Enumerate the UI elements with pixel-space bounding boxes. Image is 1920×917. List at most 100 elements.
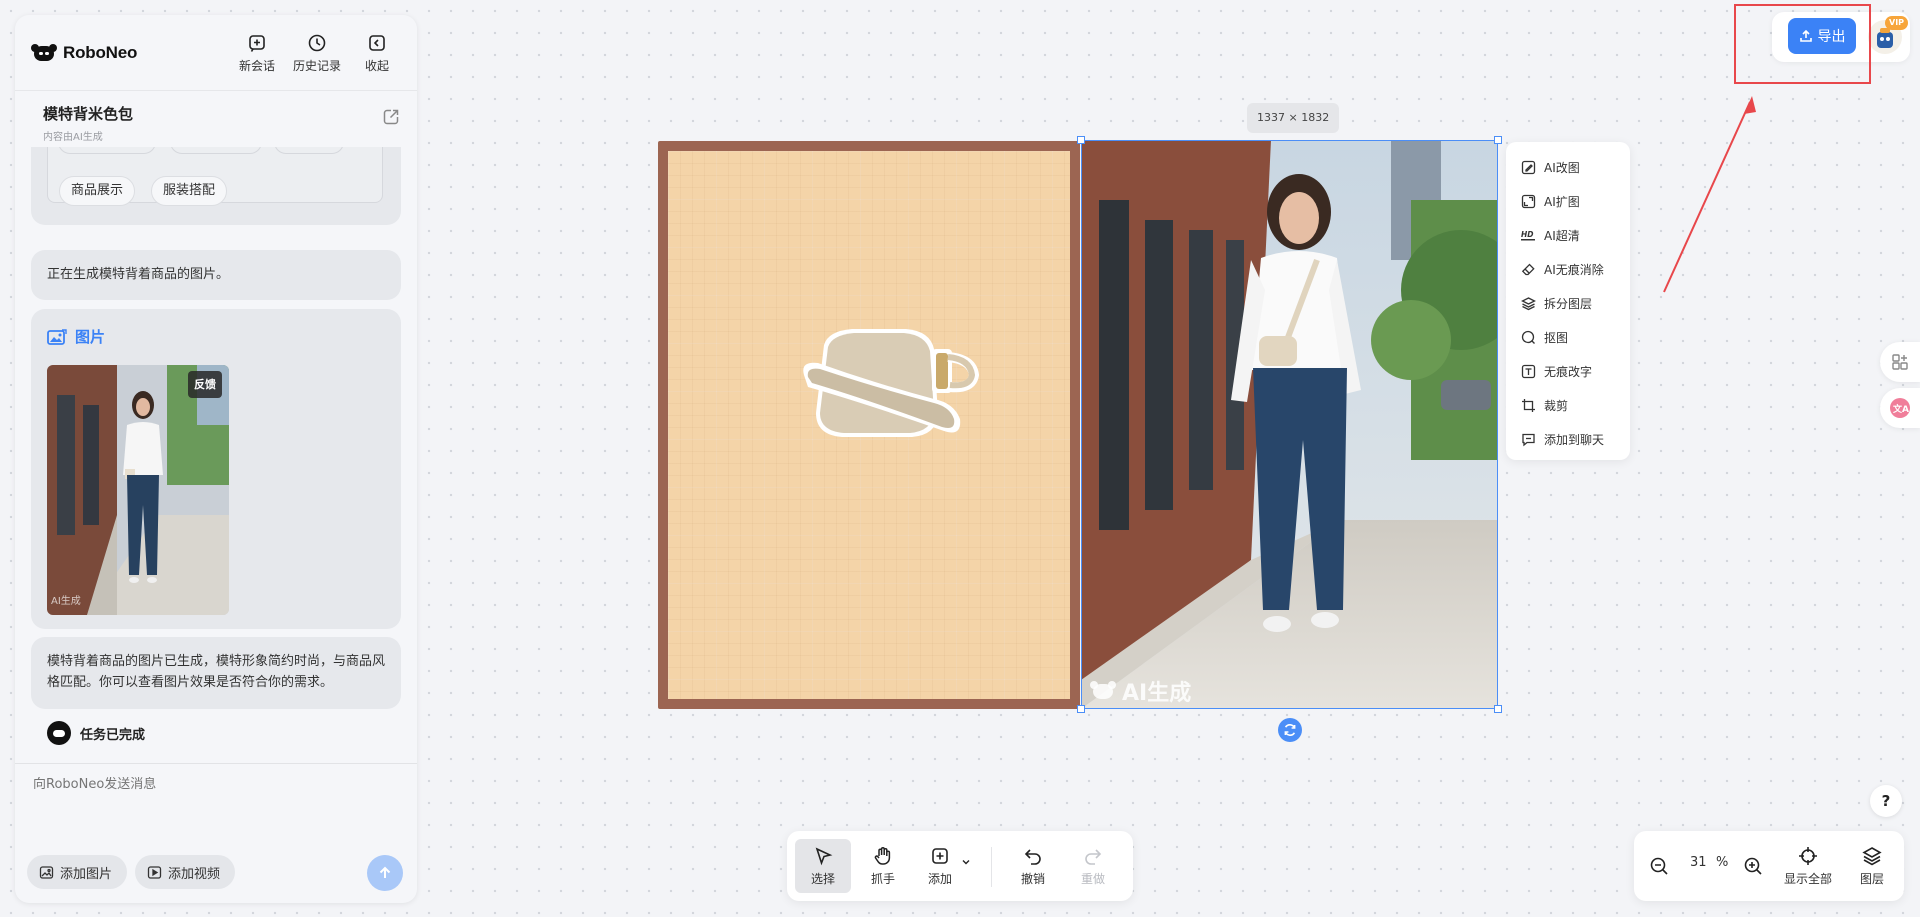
model-photo-thumbnail: [47, 365, 229, 615]
menu-text-edit[interactable]: 无痕改字: [1506, 354, 1630, 388]
translate-icon: 文A: [1890, 398, 1910, 418]
roboneo-avatar-icon: [47, 721, 71, 745]
message-input[interactable]: [33, 777, 393, 792]
add-tool[interactable]: 添加: [915, 839, 979, 893]
add-image-button[interactable]: 添加图片: [27, 855, 128, 889]
menu-ai-erase-label: AI无痕消除: [1544, 262, 1604, 277]
composer-divider: [15, 763, 417, 764]
new-chat-button[interactable]: 新会话: [233, 33, 281, 74]
collapse-button[interactable]: 收起: [353, 33, 401, 74]
menu-ai-edit[interactable]: AI改图: [1506, 150, 1630, 184]
menu-ai-expand[interactable]: AI扩图: [1506, 184, 1630, 218]
header-actions: 新会话 历史记录 收起: [233, 33, 401, 74]
thumbnail-watermark: AI生成: [51, 596, 81, 607]
fit-all-label: 显示全部: [1783, 872, 1832, 886]
tag-pill-hidden: [58, 147, 156, 154]
conversation-subtitle: 内容由AI生成: [43, 132, 103, 143]
share-button[interactable]: [381, 107, 401, 127]
menu-crop[interactable]: 裁剪: [1506, 388, 1630, 422]
redo-button[interactable]: 重做: [1065, 839, 1121, 893]
add-tool-label: 添加: [927, 872, 952, 886]
apps-add-icon: [1892, 354, 1908, 370]
feedback-button[interactable]: 反馈: [188, 371, 222, 398]
undo-icon: [1024, 849, 1041, 865]
resize-handle-bottom-left[interactable]: [1077, 705, 1085, 713]
image-icon: [47, 328, 67, 345]
tag-outfit-matching[interactable]: 服装搭配: [151, 176, 228, 206]
menu-split-layers[interactable]: 拆分图层: [1506, 286, 1630, 320]
history-label: 历史记录: [293, 59, 342, 73]
collapse-label: 收起: [364, 59, 389, 73]
brand[interactable]: RoboNeo: [31, 43, 137, 63]
menu-ai-hd[interactable]: HD AI超清: [1506, 218, 1630, 252]
layers-icon: [1862, 847, 1882, 866]
image-context-menu: AI改图 AI扩图 HD AI超清 AI无痕消除 拆分图层 抠图 无痕改字 裁剪…: [1506, 142, 1630, 460]
export-label: 导出: [1817, 29, 1846, 45]
undo-button[interactable]: 撤销: [1005, 839, 1061, 893]
side-widget-translate[interactable]: 文A: [1880, 388, 1920, 428]
canvas-image-model[interactable]: [1081, 140, 1498, 709]
eraser-icon: [1521, 263, 1535, 275]
zoom-in-icon: [1744, 857, 1762, 875]
resize-handle-bottom-right[interactable]: [1494, 705, 1502, 713]
image-size-label: 1337 × 1832: [1247, 103, 1340, 133]
ai-edit-icon: [1521, 160, 1536, 174]
select-tool[interactable]: 选择: [795, 839, 851, 893]
tag-pill-hidden: [274, 147, 344, 154]
chat-messages[interactable]: 商品展示 服装搭配 正在生成模特背着商品的图片。 图片 反馈 AI生成 模特背着…: [31, 147, 401, 767]
menu-add-to-chat[interactable]: 添加到聊天: [1506, 422, 1630, 456]
redo-icon: [1085, 849, 1102, 865]
task-status: 任务已完成: [47, 721, 145, 745]
refresh-icon: [1284, 724, 1296, 736]
crop-icon: [1522, 398, 1535, 412]
header-divider: [15, 90, 417, 91]
watermark-logo-icon: [1090, 681, 1116, 699]
layers-label: 图层: [1859, 872, 1884, 886]
hd-icon: HD: [1521, 230, 1535, 240]
conversation-title: 模特背米色包: [43, 105, 134, 123]
help-button[interactable]: ?: [1870, 785, 1902, 817]
svg-text:HD: HD: [1521, 230, 1534, 239]
add-box-icon: [932, 848, 948, 864]
tag-product-display[interactable]: 商品展示: [59, 176, 136, 206]
generated-image-thumbnail[interactable]: 反馈 AI生成: [47, 365, 229, 615]
menu-cutout[interactable]: 抠图: [1506, 320, 1630, 354]
canvas-image-product[interactable]: [658, 141, 1080, 709]
toolbar-divider: [991, 847, 992, 887]
add-video-button[interactable]: 添加视频: [135, 855, 236, 889]
layers-button[interactable]: 图层: [1850, 839, 1894, 893]
menu-crop-label: 裁剪: [1544, 398, 1569, 413]
ai-expand-icon: [1521, 194, 1536, 208]
export-button[interactable]: 导出: [1788, 18, 1856, 54]
panel-header: RoboNeo 新会话 历史记录 收起: [15, 15, 417, 90]
send-arrow-icon: [379, 866, 391, 878]
new-chat-label: 新会话: [238, 59, 275, 73]
text-edit-icon: [1521, 364, 1536, 378]
tag-pill-hidden: [170, 147, 262, 154]
collapse-icon: [369, 35, 385, 51]
chevron-down-icon: [962, 860, 970, 865]
tags-card: 商品展示 服装搭配: [31, 147, 401, 225]
zoom-out-button[interactable]: [1644, 839, 1674, 893]
layers-split-icon: [1521, 296, 1536, 310]
side-widget-apps[interactable]: [1880, 342, 1920, 382]
annotation-arrow: [1663, 96, 1756, 293]
zoom-value[interactable]: 31: [1690, 855, 1707, 870]
zoom-in-button[interactable]: [1738, 839, 1768, 893]
select-tool-label: 选择: [810, 872, 835, 886]
send-button[interactable]: [367, 855, 403, 891]
history-button[interactable]: 历史记录: [293, 33, 341, 74]
canvas-toolbar: 选择 抓手 添加 撤销 重做: [787, 831, 1133, 901]
image-result-card: 图片 反馈 AI生成: [31, 309, 401, 629]
menu-add-to-chat-label: 添加到聊天: [1544, 432, 1605, 447]
rotate-button[interactable]: [1278, 718, 1302, 742]
resize-handle-top-left[interactable]: [1077, 136, 1085, 144]
hand-tool[interactable]: 抓手: [855, 839, 911, 893]
zoom-unit: %: [1716, 855, 1729, 870]
fit-all-button[interactable]: 显示全部: [1776, 839, 1840, 893]
model-photo: [1081, 140, 1498, 709]
upload-icon: [1799, 29, 1812, 42]
menu-ai-erase[interactable]: AI无痕消除: [1506, 252, 1630, 286]
menu-ai-expand-label: AI扩图: [1544, 194, 1580, 209]
resize-handle-top-right[interactable]: [1494, 136, 1502, 144]
